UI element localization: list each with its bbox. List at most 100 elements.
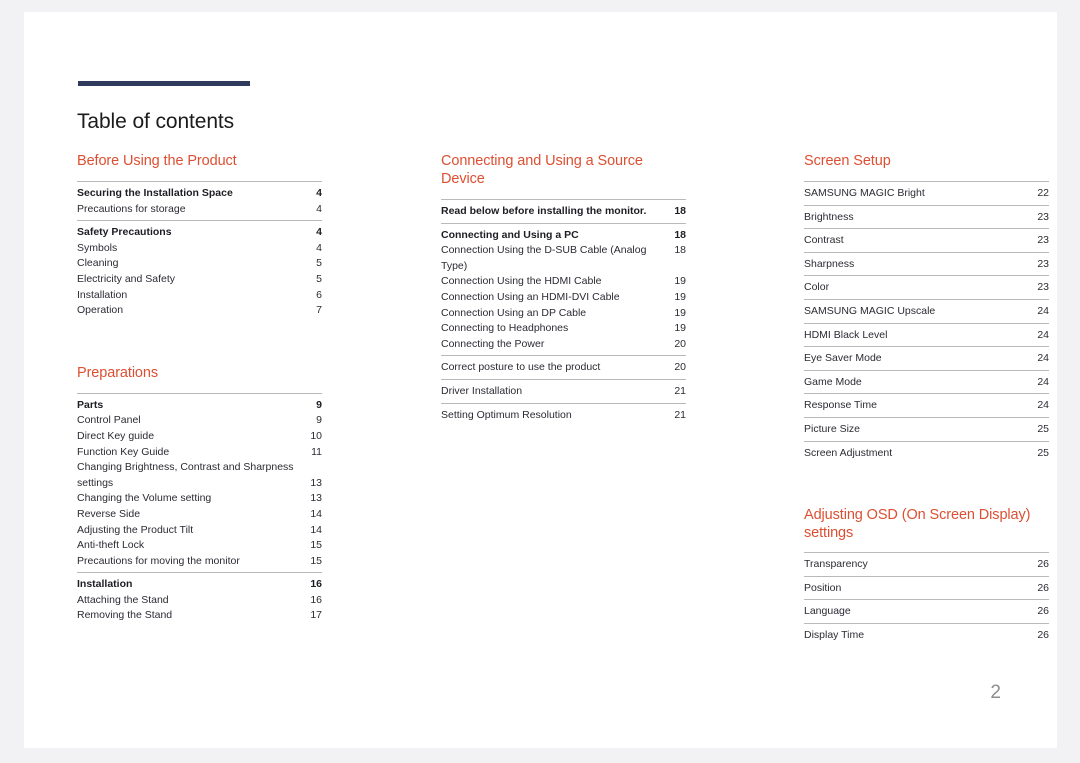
toc-entry-label: Screen Adjustment — [804, 446, 893, 459]
toc-entry[interactable]: SAMSUNG MAGIC Bright 22 — [804, 186, 1049, 202]
toc-entry-page-number: 24 — [1037, 375, 1049, 388]
toc-entry[interactable]: Function Key Guide 11 — [77, 445, 322, 461]
toc-entry[interactable]: Display Time 26 — [804, 628, 1049, 644]
document-page: Table of contents Before Using the Produ… — [24, 12, 1057, 748]
toc-column-right: Screen Setup SAMSUNG MAGIC Bright 22 Bright… — [804, 152, 1049, 647]
toc-section-heading[interactable]: Before Using the Product — [77, 152, 322, 170]
toc-entry[interactable]: Connection Using the HDMI Cable 19 — [441, 274, 686, 290]
toc-entry[interactable]: Connection Using an DP Cable 19 — [441, 306, 686, 322]
toc-entry-label: Read below before installing the monitor… — [441, 205, 647, 217]
toc-group: Parts 9 Control Panel 9 Direct Key guide 10 Fu… — [77, 392, 322, 573]
toc-entry[interactable]: Connection Using an HDMI-DVI Cable 19 — [441, 290, 686, 306]
toc-entry[interactable]: Anti-theft Lock 15 — [77, 538, 322, 554]
toc-entry[interactable]: Correct posture to use the product 20 — [441, 360, 686, 376]
toc-entry[interactable]: Response Time 24 — [804, 398, 1049, 414]
toc-group: Picture Size 25 — [804, 416, 1049, 441]
toc-entry-label: Picture Size — [804, 422, 861, 435]
toc-entry-label: Sharpness — [804, 257, 855, 270]
toc-group: HDMI Black Level 24 — [804, 322, 1049, 347]
toc-entry[interactable]: Precautions for moving the monitor 15 — [77, 554, 322, 570]
toc-entry-label: Driver Installation — [441, 384, 523, 397]
toc-entry-page-number: 19 — [674, 306, 686, 319]
toc-group: Setting Optimum Resolution 21 — [441, 402, 686, 427]
toc-entry[interactable]: SAMSUNG MAGIC Upscale 24 — [804, 304, 1049, 320]
toc-entry[interactable]: Removing the Stand 17 — [77, 608, 322, 624]
toc-entry[interactable]: HDMI Black Level 24 — [804, 328, 1049, 344]
toc-entry-page-number: 23 — [1037, 210, 1049, 223]
toc-entry[interactable]: Brightness 23 — [804, 210, 1049, 226]
toc-entry[interactable]: Securing the Installation Space 4 — [77, 186, 322, 202]
toc-entry[interactable]: Setting Optimum Resolution 21 — [441, 408, 686, 424]
toc-entry[interactable]: Game Mode 24 — [804, 375, 1049, 391]
toc-entry-page-number: 15 — [310, 554, 322, 567]
title-accent-rule — [78, 81, 250, 86]
toc-entry-page-number: 11 — [311, 445, 322, 458]
toc-section-heading[interactable]: Connecting and Using a Source Device — [441, 152, 686, 188]
toc-group: Response Time 24 — [804, 393, 1049, 417]
toc-entry-label: Color — [804, 281, 830, 294]
toc-entry[interactable]: Changing the Volume setting 13 — [77, 491, 322, 507]
toc-entry-page-number: 9 — [316, 414, 322, 427]
toc-entry[interactable]: Color 23 — [804, 280, 1049, 296]
toc-entry-page-number: 26 — [1037, 581, 1049, 594]
toc-entry[interactable]: Connecting the Power 20 — [441, 337, 686, 353]
toc-group: Screen Adjustment 25 — [804, 440, 1049, 465]
toc-entry-label: Anti-theft Lock — [77, 539, 145, 552]
toc-entry-page-number: 26 — [1037, 605, 1049, 618]
toc-entry[interactable]: Cleaning 5 — [77, 256, 322, 272]
toc-entry[interactable]: Contrast 23 — [804, 233, 1049, 249]
toc-entry[interactable]: Reverse Side 14 — [77, 507, 322, 523]
toc-group: Game Mode 24 — [804, 369, 1049, 394]
toc-entry[interactable]: Driver Installation 21 — [441, 384, 686, 400]
toc-entry[interactable]: Direct Key guide 10 — [77, 429, 322, 445]
toc-entry-label: Symbols — [77, 241, 118, 254]
toc-entry-page-number: 16 — [310, 578, 322, 591]
toc-entry[interactable]: Screen Adjustment 25 — [804, 446, 1049, 462]
toc-entry[interactable]: Attaching the Stand 16 — [77, 593, 322, 609]
toc-entry-label: Brightness — [804, 210, 854, 223]
toc-entry[interactable]: Symbols 4 — [77, 241, 322, 257]
toc-entry[interactable]: Picture Size 25 — [804, 422, 1049, 438]
toc-entry[interactable]: Installation 16 — [77, 577, 322, 593]
toc-entry[interactable]: Control Panel 9 — [77, 413, 322, 429]
toc-entry[interactable]: Sharpness 23 — [804, 257, 1049, 273]
toc-entry[interactable]: Precautions for storage 4 — [77, 202, 322, 218]
toc-entry-page-number: 4 — [316, 241, 322, 254]
toc-entry[interactable]: Eye Saver Mode 24 — [804, 351, 1049, 367]
toc-entry[interactable]: Transparency 26 — [804, 557, 1049, 573]
toc-entry-label: Changing the Volume setting — [77, 492, 212, 505]
toc-entry[interactable]: Connecting to Headphones 19 — [441, 321, 686, 337]
toc-entry-label: Response Time — [804, 399, 877, 412]
toc-entry[interactable]: Connecting and Using a PC 18 — [441, 228, 686, 244]
toc-section-heading[interactable]: Preparations — [77, 364, 322, 382]
toc-entry-label: Connecting the Power — [441, 337, 545, 350]
toc-entry-label: HDMI Black Level — [804, 328, 888, 341]
toc-section-heading[interactable]: Adjusting OSD (On Screen Display) settin… — [804, 506, 1049, 542]
page-title: Table of contents — [77, 110, 235, 134]
toc-entry[interactable]: Changing Brightness, Contrast and Sharpn… — [77, 460, 322, 491]
toc-entry[interactable]: Adjusting the Product Tilt 14 — [77, 523, 322, 539]
toc-entry[interactable]: Language 26 — [804, 604, 1049, 620]
toc-entry-page-number: 24 — [1037, 352, 1049, 365]
toc-entry-page-number: 19 — [674, 290, 686, 303]
toc-entry[interactable]: Read below before installing the monitor… — [441, 204, 686, 220]
toc-entry-label: Position — [804, 581, 842, 594]
toc-entry-label: Operation — [77, 304, 124, 317]
toc-section-heading[interactable]: Screen Setup — [804, 152, 1049, 170]
toc-entry[interactable]: Parts 9 — [77, 398, 322, 414]
toc-entry[interactable]: Electricity and Safety 5 — [77, 272, 322, 288]
toc-entry-page-number: 7 — [316, 304, 322, 317]
toc-entry[interactable]: Operation 7 — [77, 303, 322, 319]
toc-group: Color 23 — [804, 275, 1049, 299]
toc-entry[interactable]: Connection Using the D-SUB Cable (Analog… — [441, 243, 686, 274]
toc-entry[interactable]: Safety Precautions 4 — [77, 225, 322, 241]
toc-entry[interactable]: Installation 6 — [77, 288, 322, 304]
toc-entry-label: Installation — [77, 288, 128, 301]
toc-entry[interactable]: Position 26 — [804, 581, 1049, 597]
toc-group: Contrast 23 — [804, 228, 1049, 252]
toc-group: Sharpness 23 — [804, 251, 1049, 276]
toc-group: Safety Precautions 4 Symbols 4 Cleaning 5 Elec… — [77, 220, 322, 322]
toc-entry-label: Attaching the Stand — [77, 593, 169, 606]
toc-entry-label: Parts — [77, 398, 104, 411]
